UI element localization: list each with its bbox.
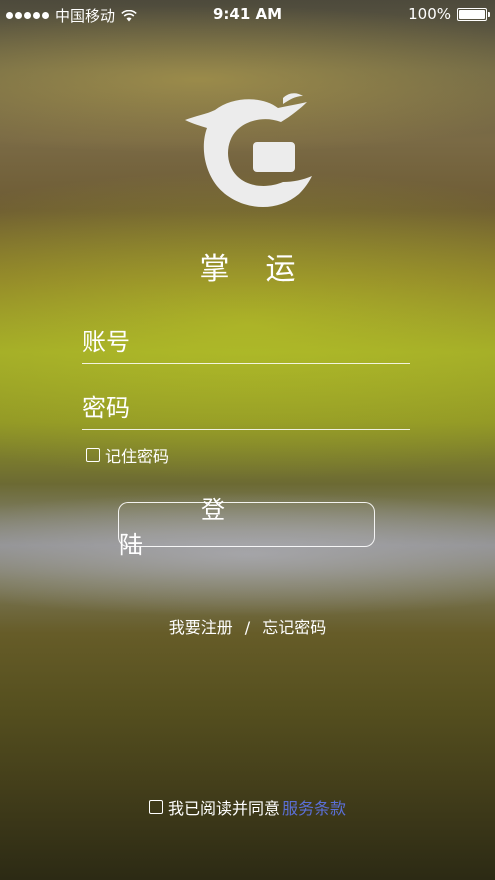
status-bar: 中国移动 9:41 AM 100% [0, 0, 495, 28]
battery-percent: 100% [408, 5, 451, 23]
remember-checkbox[interactable] [86, 448, 100, 462]
status-bar-right: 100% [408, 5, 490, 23]
agreement-text: 我已阅读并同意 [167, 799, 280, 818]
terms-of-service-link[interactable]: 服务条款 [282, 795, 346, 819]
account-field[interactable]: 账号 [82, 323, 410, 364]
agreement-row: 我已阅读并同意 服务条款 [0, 795, 495, 819]
login-button[interactable]: 登陆 [118, 496, 375, 559]
logo-icon [185, 93, 312, 208]
remember-password[interactable]: 记住密码 [86, 443, 169, 467]
register-link[interactable]: 我要注册 [169, 618, 233, 637]
remember-label: 记住密码 [105, 447, 170, 466]
password-label: 密码 [82, 394, 130, 422]
password-field[interactable]: 密码 [82, 389, 410, 430]
link-separator: / [244, 618, 251, 637]
account-input[interactable] [142, 327, 410, 359]
account-label: 账号 [82, 328, 130, 356]
password-input[interactable] [142, 393, 410, 425]
battery-icon [457, 7, 490, 21]
app-title: 掌运 [199, 252, 332, 287]
account-links: 我要注册 / 忘记密码 [0, 614, 495, 638]
agreement-checkbox[interactable] [148, 800, 163, 814]
forgot-password-link[interactable]: 忘记密码 [262, 618, 326, 637]
